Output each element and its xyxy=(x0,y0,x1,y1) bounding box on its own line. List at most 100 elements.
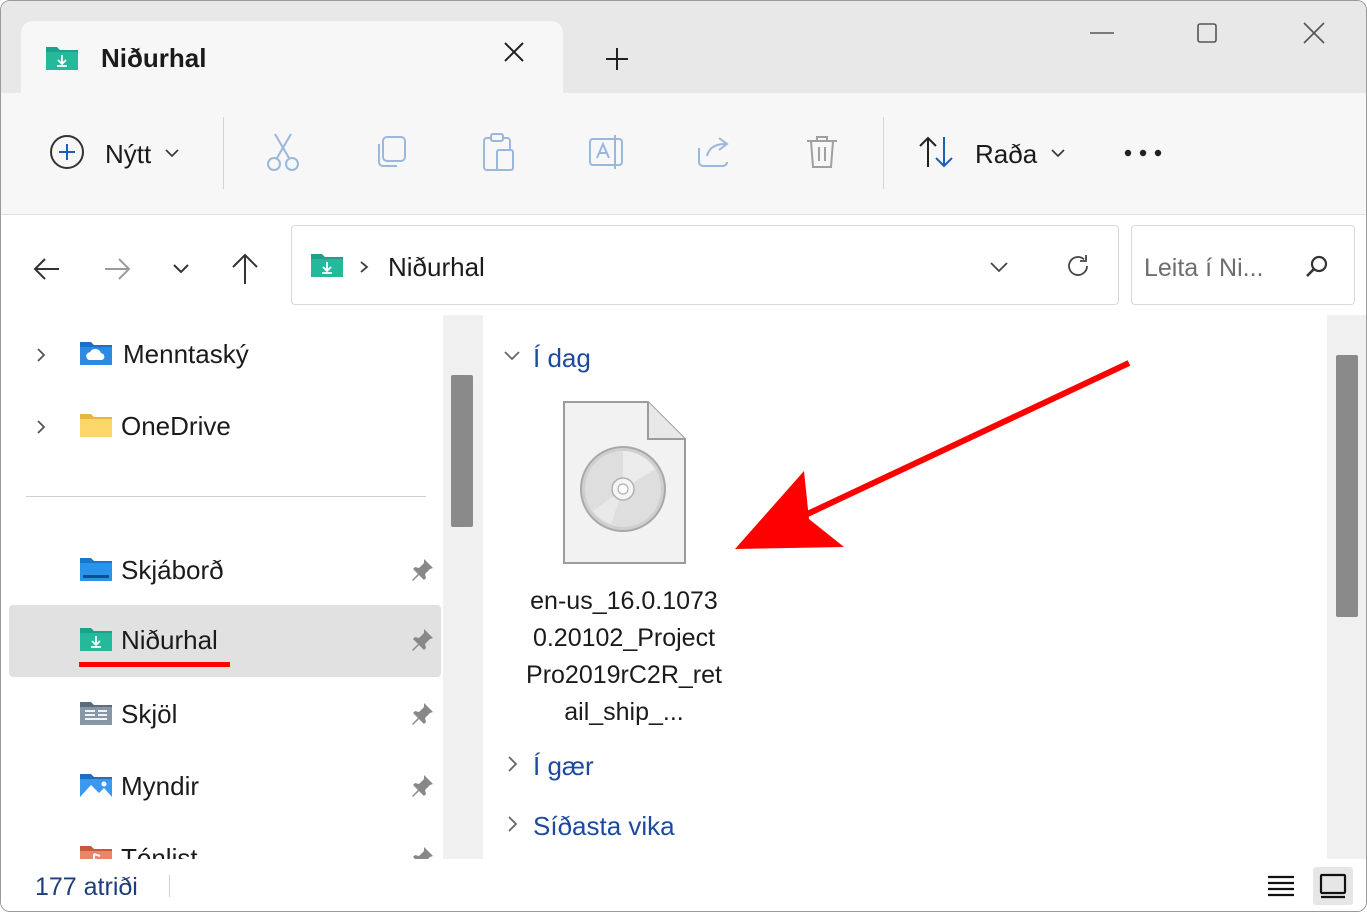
copy-button[interactable] xyxy=(373,131,409,177)
toolbar-divider xyxy=(883,117,884,189)
paste-button[interactable] xyxy=(481,131,517,177)
pin-icon[interactable] xyxy=(409,557,435,588)
search-icon[interactable] xyxy=(1300,250,1334,284)
trash-icon xyxy=(805,133,839,176)
rename-icon xyxy=(587,134,627,175)
group-header-today[interactable]: Í dag xyxy=(503,343,591,374)
chevron-down-icon xyxy=(165,145,179,163)
pin-icon[interactable] xyxy=(409,701,435,732)
sort-icon xyxy=(917,134,955,175)
tiles-view-icon[interactable] xyxy=(1313,867,1353,905)
nav-scrollbar-thumb[interactable] xyxy=(451,375,473,527)
disc-image-icon xyxy=(563,401,687,570)
cut-button[interactable] xyxy=(265,131,301,177)
file-name: en-us_16.0.10730.20102_ProjectPro2019rC2… xyxy=(526,587,722,726)
sort-button-label: Raða xyxy=(975,138,1038,169)
share-button[interactable] xyxy=(695,131,733,177)
more-options-button[interactable] xyxy=(1123,131,1163,177)
navigation-row: Niðurhal Leita í Ni... xyxy=(1,215,1366,315)
cloud-folder-icon xyxy=(79,339,113,372)
nav-item-label: OneDrive xyxy=(121,411,231,441)
group-label: Í dag xyxy=(533,343,591,373)
nav-item-label: Skjáborð xyxy=(121,555,224,585)
group-label: Í gær xyxy=(533,751,594,781)
file-list-scrollbar-thumb[interactable] xyxy=(1336,355,1358,617)
pin-icon[interactable] xyxy=(409,627,435,658)
nav-item-label: Niðurhal xyxy=(121,625,218,655)
nav-item-pictures[interactable]: Myndir xyxy=(9,751,441,823)
nav-item-menntasky[interactable]: Menntaský xyxy=(9,319,441,391)
nav-item-label: Skjöl xyxy=(121,699,178,729)
more-icon xyxy=(1123,145,1163,163)
rename-button[interactable] xyxy=(587,131,627,177)
sort-button[interactable]: Raða xyxy=(917,131,1065,177)
search-input[interactable]: Leita í Ni... xyxy=(1131,225,1355,305)
nav-item-onedrive[interactable]: OneDrive xyxy=(9,391,441,463)
file-list-scrollbar[interactable] xyxy=(1327,315,1366,859)
group-header-last-week[interactable]: Síðasta vika xyxy=(503,811,675,842)
desktop-folder-icon xyxy=(79,555,113,588)
pin-icon[interactable] xyxy=(409,845,435,859)
tab-downloads[interactable]: Niðurhal xyxy=(21,21,563,93)
nav-item-music[interactable]: Tónlist xyxy=(9,823,441,859)
chevron-right-icon xyxy=(503,754,521,779)
refresh-icon[interactable] xyxy=(1060,248,1096,284)
new-button[interactable]: Nýtt xyxy=(49,131,179,177)
minimize-icon[interactable] xyxy=(1077,15,1127,51)
expand-chevron-icon[interactable] xyxy=(33,415,53,439)
item-count: 177 atriði xyxy=(35,873,138,901)
address-history-chevron-icon[interactable] xyxy=(982,250,1016,284)
pin-icon[interactable] xyxy=(409,773,435,804)
recent-locations-chevron-icon[interactable] xyxy=(161,249,201,289)
red-underline-annotation xyxy=(79,662,230,667)
chevron-right-icon xyxy=(503,814,521,839)
chevron-down-icon xyxy=(1051,145,1065,163)
nav-item-documents[interactable]: Skjöl xyxy=(9,679,441,751)
status-divider xyxy=(169,875,170,897)
clipboard-icon xyxy=(481,132,517,177)
command-bar: Nýtt Raða xyxy=(1,93,1366,215)
up-arrow-icon[interactable] xyxy=(225,249,265,289)
folder-icon xyxy=(79,411,113,444)
address-bar[interactable]: Niðurhal xyxy=(291,225,1119,305)
nav-item-label: Myndir xyxy=(121,771,200,801)
downloads-folder-icon xyxy=(45,43,79,76)
delete-button[interactable] xyxy=(805,131,839,177)
nav-divider xyxy=(26,496,426,497)
toolbar-divider xyxy=(223,117,224,189)
file-list: Í dag en-us_16.0.10730.20102_ProjectPro2… xyxy=(485,315,1327,859)
new-tab-icon[interactable] xyxy=(599,41,635,77)
downloads-folder-icon xyxy=(310,250,344,283)
file-explorer-window: Niðurhal Nýtt Raða Niðurhal Leita í Ni..… xyxy=(0,0,1367,912)
status-bar: 177 atriði xyxy=(1,859,1366,911)
forward-arrow-icon[interactable] xyxy=(97,249,137,289)
nav-pane-scrollbar[interactable] xyxy=(443,315,483,859)
music-folder-icon xyxy=(79,843,113,859)
navigation-pane: Menntaský OneDrive Skjáborð Niðurhal Skj… xyxy=(1,315,443,859)
back-arrow-icon[interactable] xyxy=(27,249,67,289)
copy-icon xyxy=(373,134,409,175)
documents-folder-icon xyxy=(79,699,113,732)
search-placeholder: Leita í Ni... xyxy=(1144,254,1264,282)
share-icon xyxy=(695,134,733,175)
breadcrumb-current[interactable]: Niðurhal xyxy=(388,252,485,283)
expand-chevron-icon[interactable] xyxy=(33,343,53,367)
file-item[interactable]: en-us_16.0.10730.20102_ProjectPro2019rC2… xyxy=(525,397,725,727)
details-view-icon[interactable] xyxy=(1261,867,1301,905)
maximize-icon[interactable] xyxy=(1182,15,1232,51)
close-window-icon[interactable] xyxy=(1289,15,1339,51)
tab-title: Niðurhal xyxy=(101,43,207,73)
nav-item-label: Menntaský xyxy=(123,339,249,369)
pictures-folder-icon xyxy=(79,771,113,804)
group-label: Síðasta vika xyxy=(533,811,675,841)
nav-item-desktop[interactable]: Skjáborð xyxy=(9,535,441,607)
downloads-folder-icon xyxy=(79,625,113,658)
scissors-icon xyxy=(265,132,301,177)
group-header-yesterday[interactable]: Í gær xyxy=(503,751,594,782)
plus-circle-icon xyxy=(49,134,85,175)
chevron-down-icon xyxy=(503,349,521,368)
title-bar: Niðurhal xyxy=(1,1,1366,93)
tab-close-icon[interactable] xyxy=(497,35,531,69)
new-button-label: Nýtt xyxy=(105,138,152,169)
breadcrumb-separator-icon xyxy=(358,252,370,287)
